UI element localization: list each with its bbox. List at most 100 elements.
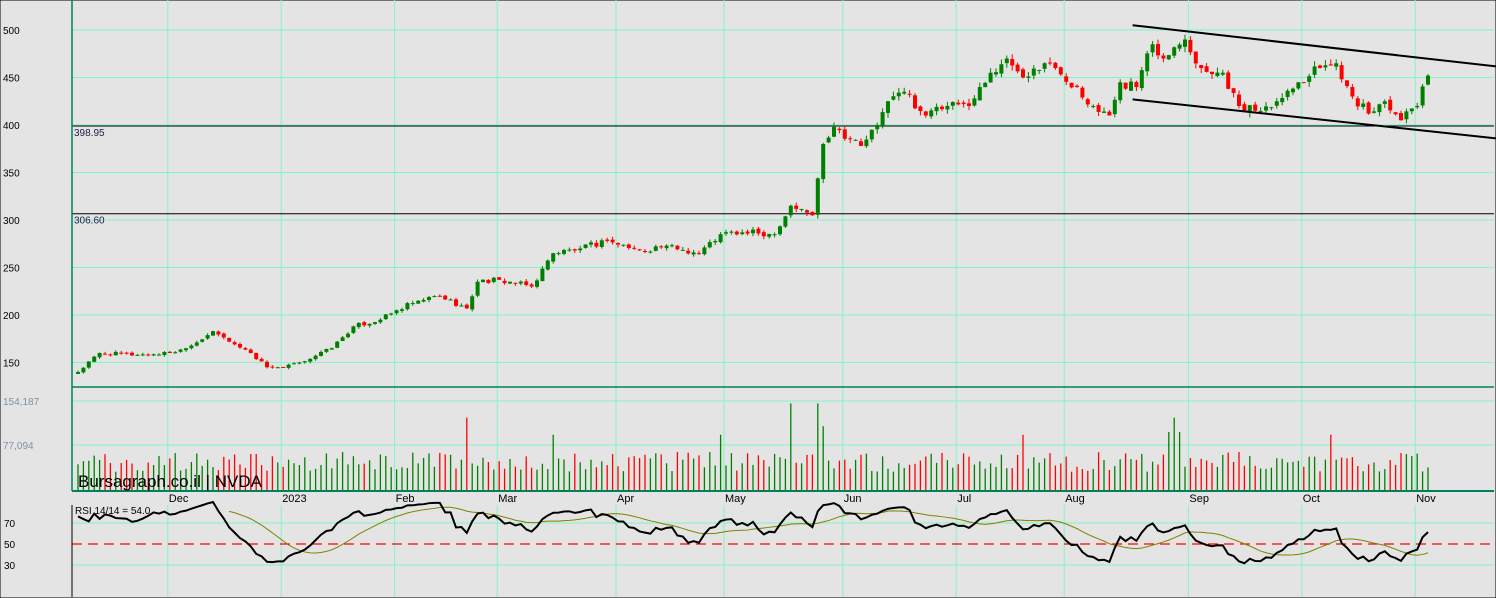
candle-down xyxy=(734,231,739,235)
candle-down xyxy=(108,354,113,356)
candle-down xyxy=(248,349,253,353)
candle-up xyxy=(772,234,777,236)
candle-down xyxy=(259,358,264,362)
price-tick-label: 300 xyxy=(3,216,20,227)
candle-down xyxy=(610,239,615,243)
candle-down xyxy=(221,333,226,338)
candle-up xyxy=(491,277,496,282)
candle-up xyxy=(427,297,431,300)
candle-down xyxy=(1199,65,1204,68)
candle-up xyxy=(621,244,626,246)
candle-up xyxy=(92,356,97,362)
candle-up xyxy=(1004,58,1009,64)
candle-up xyxy=(1166,55,1171,60)
candle-down xyxy=(572,249,577,251)
candle-up xyxy=(367,323,372,326)
candle-up xyxy=(329,348,334,350)
candle-up xyxy=(200,339,205,342)
candle-up xyxy=(983,82,988,88)
candle-up xyxy=(815,178,820,215)
candle-up xyxy=(1112,99,1117,115)
candle-down xyxy=(270,366,275,368)
candle-up xyxy=(551,253,556,262)
candle-up xyxy=(567,249,572,251)
candle-up xyxy=(400,309,404,311)
candle-up xyxy=(821,144,826,180)
candle-up xyxy=(340,337,345,342)
candle-down xyxy=(243,348,248,350)
candle-up xyxy=(886,101,890,113)
candle-up xyxy=(578,248,583,251)
candle-down xyxy=(1010,59,1015,66)
candle-up xyxy=(1307,76,1312,82)
candle-down xyxy=(167,351,172,353)
candle-up xyxy=(194,342,199,346)
candle-down xyxy=(1080,87,1085,98)
month-label: Jun xyxy=(844,493,862,505)
candle-up xyxy=(1220,72,1225,75)
candle-down xyxy=(227,337,232,342)
candle-down xyxy=(443,295,448,300)
candle-up xyxy=(826,137,831,143)
candle-down xyxy=(1193,51,1198,64)
candle-up xyxy=(189,345,194,349)
candle-down xyxy=(238,344,242,348)
candle-up xyxy=(902,91,907,94)
candle-down xyxy=(848,138,853,140)
candle-up xyxy=(302,361,307,363)
candle-down xyxy=(1210,71,1214,75)
candle-down xyxy=(697,253,701,255)
candle-up xyxy=(1404,111,1409,120)
candle-up xyxy=(1296,82,1301,89)
candle-down xyxy=(502,280,507,284)
watermark: Bursagraph.co.il | NVDA xyxy=(78,472,263,491)
candle-up xyxy=(356,322,361,328)
candle-up xyxy=(335,341,340,348)
candle-up xyxy=(383,314,388,320)
candle-up xyxy=(459,305,464,307)
price-tick-label: 200 xyxy=(3,311,20,322)
month-label: Oct xyxy=(1303,493,1320,505)
candle-down xyxy=(605,239,610,241)
candle-up xyxy=(184,348,188,351)
candle-up xyxy=(880,112,885,126)
candle-up xyxy=(545,260,550,270)
candle-down xyxy=(756,228,761,234)
month-label: Sep xyxy=(1189,493,1209,505)
candle-up xyxy=(1420,86,1425,106)
candle-up xyxy=(1150,44,1155,53)
candle-up xyxy=(1361,103,1366,108)
candle-down xyxy=(842,129,847,139)
candle-down xyxy=(686,250,691,254)
candle-down xyxy=(216,331,221,335)
candle-up xyxy=(394,310,399,314)
candle-down xyxy=(1204,66,1209,72)
candle-down xyxy=(810,211,815,216)
candle-up xyxy=(1280,97,1285,103)
price-tick-label: 450 xyxy=(3,74,20,85)
candle-up xyxy=(1258,110,1263,112)
candle-up xyxy=(729,231,734,233)
candle-up xyxy=(767,233,772,237)
month-label: Mar xyxy=(498,493,517,505)
candle-down xyxy=(1161,55,1166,59)
candle-up xyxy=(518,281,523,284)
candle-down xyxy=(675,245,680,250)
candle-down xyxy=(1156,44,1160,56)
candle-up xyxy=(1215,72,1220,77)
price-tick-label: 350 xyxy=(3,169,20,180)
candle-down xyxy=(513,282,518,284)
candle-down xyxy=(1048,62,1052,64)
candle-up xyxy=(1177,44,1182,49)
candle-up xyxy=(1323,65,1328,68)
candle-up xyxy=(508,281,512,284)
candle-up xyxy=(405,303,410,310)
candle-up xyxy=(373,322,377,324)
candle-up xyxy=(950,101,955,106)
candle-down xyxy=(659,246,664,248)
candle-up xyxy=(319,351,323,356)
candle-up xyxy=(1382,101,1387,104)
candle-down xyxy=(1096,105,1101,112)
candle-up xyxy=(751,229,755,234)
candle-up xyxy=(481,279,485,283)
